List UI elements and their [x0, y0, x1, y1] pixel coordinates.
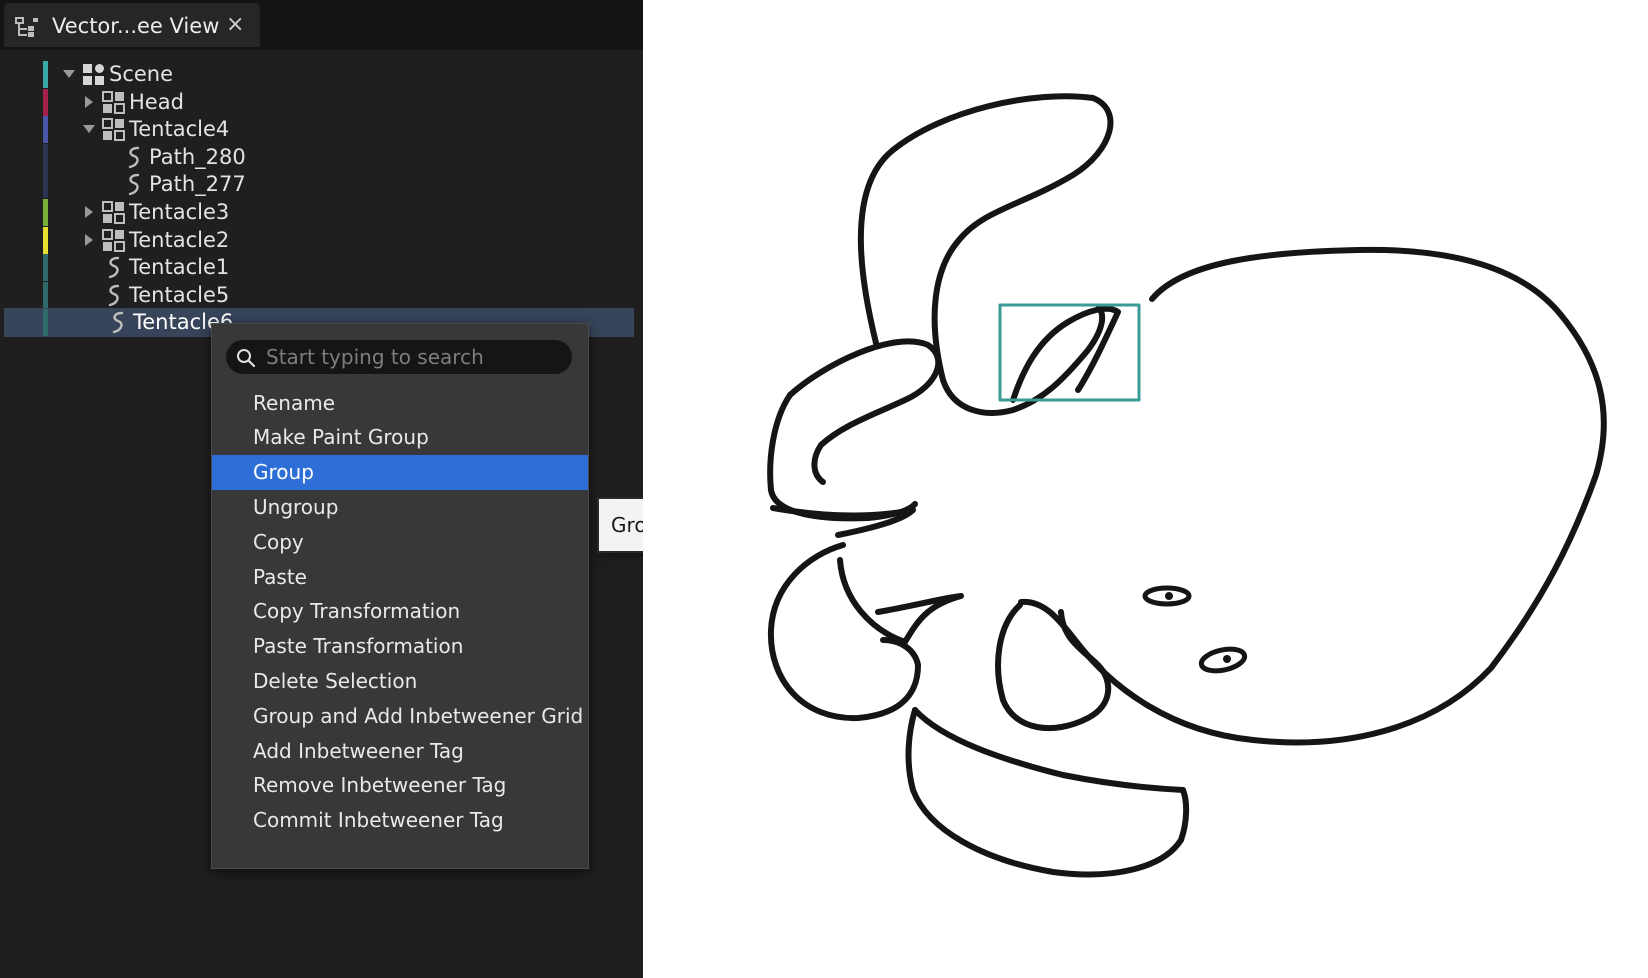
menu-item-label: Add Inbetweener Tag [253, 734, 464, 769]
group-icon [102, 200, 126, 225]
menu-item-label: Ungroup [253, 490, 338, 525]
search-input[interactable] [266, 340, 556, 374]
vector-tree-view-panel: Vector...ee View × Scene Head Tentacle4 Pat… [0, 0, 643, 978]
menu-item-add-inbetweener-tag[interactable]: Add Inbetweener Tag [212, 734, 588, 769]
context-menu: RenameMake Paint GroupGroupUngroupCopyPa… [211, 323, 589, 869]
collapse-arrow-icon[interactable] [62, 67, 76, 81]
path-icon [102, 283, 126, 308]
tree-row-scene[interactable]: Scene [0, 60, 643, 89]
menu-item-group-and-add-inbetweener-grid[interactable]: Group and Add Inbetweener Grid [212, 699, 588, 734]
group-icon [102, 117, 126, 142]
tree-row-path-280[interactable]: Path_280 [0, 143, 643, 172]
path-icon [122, 172, 146, 197]
pupil-left [1165, 592, 1173, 600]
path-icon [102, 255, 126, 280]
path-icon [106, 310, 130, 335]
tree-row-label: Path_277 [149, 172, 246, 196]
layer-color-bar [43, 89, 48, 116]
tree-row-tentacle5[interactable]: Tentacle5 [0, 281, 643, 310]
menu-search [226, 340, 572, 374]
path-icon [122, 145, 146, 170]
tentacle-lower-left-inner [840, 560, 961, 642]
tree-row-tentacle3[interactable]: Tentacle3 [0, 198, 643, 227]
drawing-canvas[interactable] [643, 0, 1648, 978]
layer-color-bar [43, 171, 48, 198]
expand-arrow-icon[interactable] [82, 95, 96, 109]
collapse-arrow-icon[interactable] [82, 122, 96, 136]
pupil-right [1223, 655, 1231, 663]
layer-color-bar [43, 254, 48, 281]
menu-item-label: Copy Transformation [253, 594, 460, 629]
tentacle-top [861, 96, 1111, 413]
expand-arrow-icon[interactable] [82, 233, 96, 247]
tree-row-label: Tentacle3 [129, 200, 229, 224]
close-icon[interactable]: × [226, 14, 244, 36]
tree-row-label: Scene [109, 62, 173, 86]
tentacle-left-tip [773, 508, 913, 535]
tree-row-head[interactable]: Head [0, 88, 643, 117]
menu-item-label: Make Paint Group [253, 420, 429, 455]
tree-row-label: Head [129, 90, 184, 114]
tree-view-icon [14, 15, 40, 39]
menu-item-paste[interactable]: Paste [212, 560, 588, 595]
menu-item-rename[interactable]: Rename [212, 386, 588, 421]
expand-arrow-icon[interactable] [82, 205, 96, 219]
menu-item-make-paint-group[interactable]: Make Paint Group [212, 420, 588, 455]
menu-item-label: Commit Inbetweener Tag [253, 803, 504, 838]
layer-color-bar [43, 144, 48, 171]
eye-right [1199, 646, 1246, 675]
menu-item-label: Group [253, 455, 314, 490]
scene-icon [82, 62, 106, 87]
octopus-drawing [643, 0, 1648, 978]
menu-item-group[interactable]: Group [212, 455, 588, 490]
tree-row-tentacle2[interactable]: Tentacle2 [0, 226, 643, 255]
tentacle-right [998, 605, 1108, 728]
menu-item-label: Delete Selection [253, 664, 417, 699]
tree-row-path-277[interactable]: Path_277 [0, 170, 643, 199]
layer-color-bar [43, 61, 48, 88]
menu-item-commit-inbetweener-tag[interactable]: Commit Inbetweener Tag [212, 803, 588, 838]
menu-item-label: Remove Inbetweener Tag [253, 768, 506, 803]
tab-title: Vector...ee View [52, 14, 219, 38]
tentacle-bottom-inner [915, 710, 1183, 790]
layer-color-bar [43, 199, 48, 226]
tab-bar: Vector...ee View × [0, 0, 643, 50]
menu-item-label: Group and Add Inbetweener Grid [253, 699, 583, 734]
tab-vector-tree-view[interactable]: Vector...ee View × [4, 3, 260, 47]
head-outline [1021, 250, 1604, 743]
tree-row-label: Tentacle4 [129, 117, 229, 141]
menu-item-label: Copy [253, 525, 304, 560]
tree-row-tentacle4[interactable]: Tentacle4 [0, 115, 643, 144]
menu-item-remove-inbetweener-tag[interactable]: Remove Inbetweener Tag [212, 768, 588, 803]
menu-item-copy[interactable]: Copy [212, 525, 588, 560]
menu-item-delete-selection[interactable]: Delete Selection [212, 664, 588, 699]
group-icon [102, 90, 126, 115]
layer-color-bar [43, 309, 48, 336]
layer-color-bar [43, 282, 48, 309]
menu-item-copy-transformation[interactable]: Copy Transformation [212, 594, 588, 629]
tree-row-label: Tentacle1 [129, 255, 229, 279]
menu-item-ungroup[interactable]: Ungroup [212, 490, 588, 525]
search-icon [236, 348, 256, 368]
menu-item-label: Paste Transformation [253, 629, 463, 664]
menu-item-paste-transformation[interactable]: Paste Transformation [212, 629, 588, 664]
group-icon [102, 228, 126, 253]
tree-row-label: Path_280 [149, 145, 246, 169]
tree-row-label: Tentacle5 [129, 283, 229, 307]
layer-color-bar [43, 227, 48, 254]
menu-item-label: Rename [253, 386, 335, 421]
tentacle-left [790, 341, 938, 482]
layer-color-bar [43, 116, 48, 143]
tree-row-label: Tentacle2 [129, 228, 229, 252]
tentacle-left-lower [770, 395, 915, 518]
menu-item-label: Paste [253, 560, 307, 595]
tree-row-tentacle1[interactable]: Tentacle1 [0, 253, 643, 282]
